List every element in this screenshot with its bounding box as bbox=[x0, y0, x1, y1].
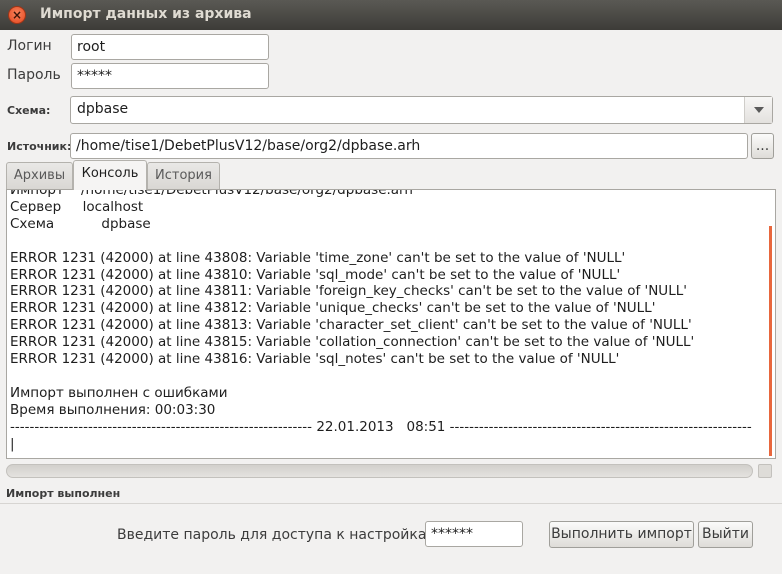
login-input[interactable] bbox=[71, 34, 269, 60]
console-line: ERROR 1231 (42000) at line 43815: Variab… bbox=[10, 334, 695, 351]
settings-password-input[interactable] bbox=[425, 521, 523, 547]
tab-history[interactable]: История bbox=[147, 162, 220, 189]
tab-archives[interactable]: Архивы bbox=[6, 162, 73, 189]
console-line: ----------------------------------------… bbox=[10, 418, 752, 435]
close-icon: × bbox=[11, 8, 23, 22]
window-titlebar: × Импорт данных из архива bbox=[0, 0, 782, 30]
password-label: Пароль bbox=[7, 67, 61, 83]
console-line: Время выполнения: 00:03:30 bbox=[10, 401, 216, 418]
exit-button[interactable]: Выйти bbox=[698, 521, 753, 548]
tab-console[interactable]: Консоль bbox=[73, 160, 147, 190]
console-line: Схема dpbase bbox=[10, 215, 151, 232]
source-label: Источник: bbox=[7, 140, 72, 153]
settings-password-label: Введите пароль для доступа к настройкам: bbox=[117, 527, 442, 543]
window-title: Импорт данных из архива bbox=[40, 6, 252, 22]
console-line: Сервер localhost bbox=[10, 198, 144, 215]
footer-divider bbox=[0, 503, 782, 504]
console-output[interactable]: Импорт /home/tise1/DebetPlusV12/base/org… bbox=[6, 189, 776, 459]
console-line: ERROR 1231 (42000) at line 43811: Variab… bbox=[10, 283, 687, 300]
console-line: ERROR 1231 (42000) at line 43810: Variab… bbox=[10, 266, 621, 283]
close-window-button[interactable]: × bbox=[8, 6, 26, 24]
console-line: ERROR 1231 (42000) at line 43812: Variab… bbox=[10, 300, 656, 317]
login-label: Логин bbox=[7, 38, 52, 54]
console-log-text: Импорт /home/tise1/DebetPlusV12/base/org… bbox=[10, 189, 752, 453]
console-line: ERROR 1231 (42000) at line 43813: Variab… bbox=[10, 317, 692, 334]
schema-selected-value: dpbase bbox=[77, 101, 129, 117]
console-line: Импорт выполнен с ошибками bbox=[10, 384, 228, 401]
console-line: ERROR 1231 (42000) at line 43816: Variab… bbox=[10, 351, 620, 368]
status-text: Импорт выполнен bbox=[6, 487, 121, 500]
scroll-corner bbox=[758, 464, 772, 478]
password-input[interactable] bbox=[71, 63, 269, 89]
browse-button[interactable]: ... bbox=[751, 133, 774, 159]
schema-dropdown-button[interactable] bbox=[744, 97, 772, 123]
horizontal-scrollbar[interactable] bbox=[6, 464, 753, 478]
console-vertical-scrollbar[interactable] bbox=[769, 226, 772, 456]
console-line: Импорт /home/tise1/DebetPlusV12/base/org… bbox=[10, 189, 413, 198]
source-path-input[interactable] bbox=[70, 133, 748, 159]
console-line: | bbox=[10, 435, 15, 452]
console-line: ERROR 1231 (42000) at line 43808: Variab… bbox=[10, 249, 626, 266]
run-import-button[interactable]: Выполнить импорт bbox=[549, 521, 694, 548]
chevron-down-icon bbox=[754, 107, 764, 113]
schema-select[interactable]: dpbase bbox=[70, 96, 773, 124]
schema-label: Схема: bbox=[7, 104, 51, 117]
